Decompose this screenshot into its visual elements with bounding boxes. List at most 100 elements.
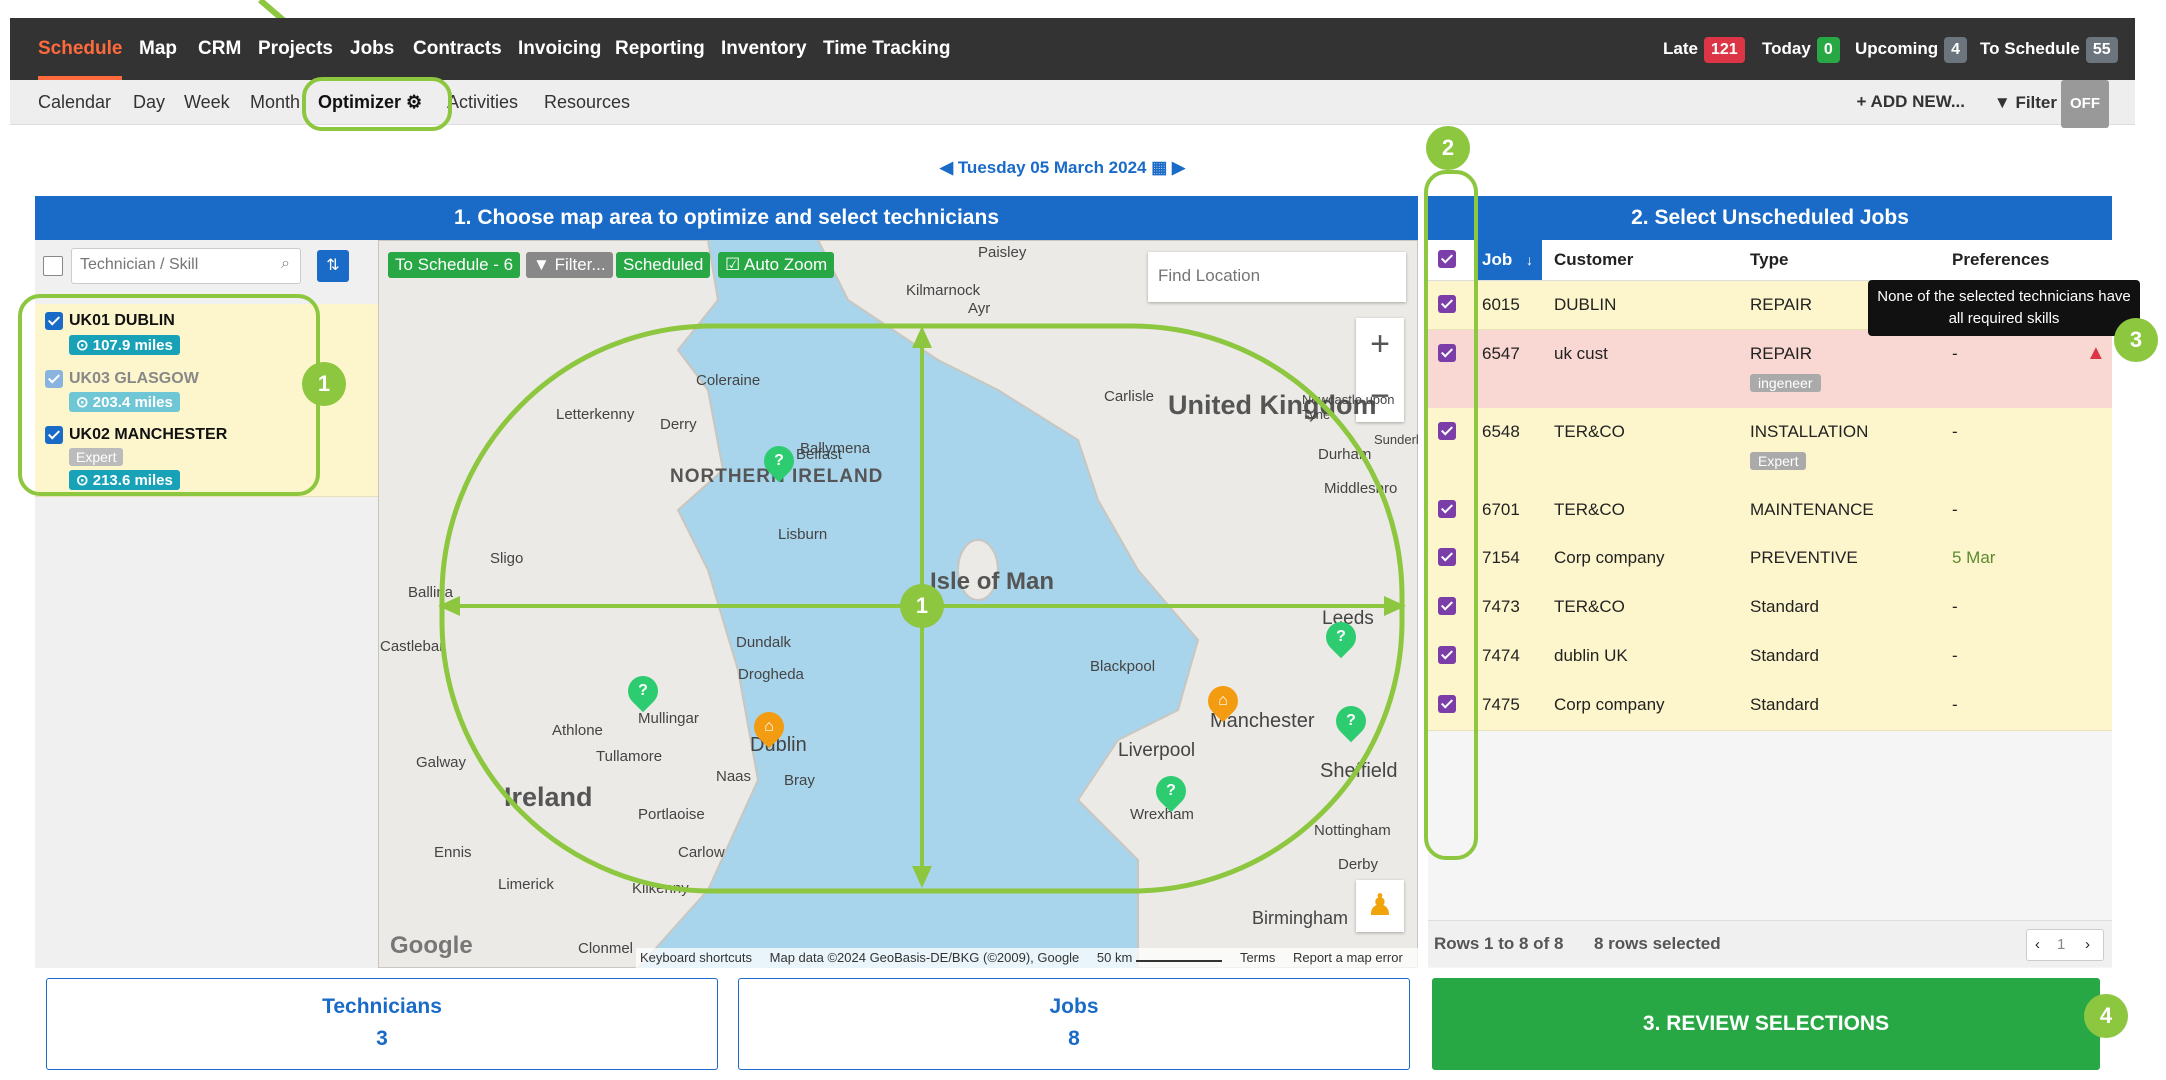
filter-icon: ▼ (1993, 93, 2011, 112)
to-schedule-label: To Schedule (1980, 39, 2080, 58)
prev-day-icon[interactable]: ◀ (940, 158, 953, 177)
jobs-table: Job ↓ Customer Type Preferences 6015 DUB… (1428, 240, 2140, 968)
col-job[interactable]: Job (1482, 240, 1512, 280)
nav-schedule[interactable]: Schedule (38, 18, 123, 80)
job-type: PREVENTIVE (1750, 548, 1858, 567)
table-footer: Rows 1 to 8 of 8 8 rows selected ‹ 1 › (1428, 920, 2112, 967)
nav-crm[interactable]: CRM (198, 18, 241, 80)
map-label: Ayr (968, 300, 991, 317)
upcoming-badge: 4 (1944, 37, 1968, 63)
preference: - (1952, 695, 1958, 714)
map-scale: 50 km (1096, 950, 1133, 965)
nav-invoicing[interactable]: Invoicing (518, 18, 601, 80)
col-preferences[interactable]: Preferences (1952, 240, 2049, 280)
late-badge: 121 (1703, 37, 1745, 63)
job-type: MAINTENANCE (1750, 500, 1874, 519)
right-panel-title: 2. Select Unscheduled Jobs (1428, 196, 2112, 240)
add-new-button[interactable]: + ADD NEW... (1857, 80, 1965, 124)
upcoming-counter[interactable]: Upcoming 4 (1855, 36, 1968, 63)
search-icon: ⌕ (281, 255, 290, 272)
customer: TER&CO (1554, 500, 1625, 519)
nav-contracts[interactable]: Contracts (413, 18, 502, 80)
next-page-icon[interactable]: › (2085, 930, 2090, 960)
keyboard-shortcuts-link[interactable]: Keyboard shortcuts (640, 950, 752, 965)
filter-toggle[interactable]: ▼ Filter OFF (1994, 80, 2109, 128)
nav-reporting[interactable]: Reporting (615, 18, 705, 80)
technicians-summary-count: 3 (376, 1027, 388, 1050)
review-selections-button[interactable]: 3. REVIEW SELECTIONS (1432, 978, 2100, 1070)
left-panel-title: 1. Choose map area to optimize and selec… (35, 196, 1418, 240)
sort-button[interactable]: ⇅ (317, 250, 349, 282)
tab-resources[interactable]: Resources (544, 80, 630, 124)
to-schedule-counter[interactable]: To Schedule 55 (1980, 36, 2118, 63)
table-row[interactable]: 7475 Corp company Standard - (1428, 681, 2112, 731)
find-location-input[interactable] (1156, 252, 1400, 300)
map-data-credit: Map data ©2024 GeoBasis-DE/BKG (©2009), … (769, 950, 1080, 965)
to-schedule-toggle[interactable]: To Schedule - 6 (388, 252, 521, 278)
table-row[interactable]: 6547 uk cust REPAIR ingeneer - ▲ (1428, 330, 2112, 409)
map-filter-button[interactable]: ▼ Filter... (526, 252, 613, 278)
select-all-technicians-checkbox[interactable] (43, 256, 63, 276)
preference: 5 Mar (1952, 548, 1996, 567)
report-map-error-link[interactable]: Report a map error (1293, 950, 1403, 965)
auto-zoom-label: Auto Zoom (744, 255, 828, 274)
job-type: REPAIR (1750, 344, 1813, 363)
callout-1-map: 1 (900, 584, 944, 628)
map-label: Paisley (978, 244, 1027, 261)
rows-selected: 8 rows selected (1594, 934, 1721, 953)
customer: DUBLIN (1554, 295, 1617, 314)
checkbox-icon: ☑ (725, 255, 741, 274)
current-date: Tuesday 05 March 2024 (957, 158, 1147, 177)
job-number: 6547 (1482, 344, 1520, 363)
sort-icon: ⇅ (326, 257, 340, 274)
prev-page-icon[interactable]: ‹ (2035, 930, 2040, 960)
job-number: 6548 (1482, 422, 1520, 441)
table-row[interactable]: 7154 Corp company PREVENTIVE 5 Mar (1428, 534, 2112, 584)
job-type: Standard (1750, 597, 1819, 616)
preference: - (1952, 344, 1958, 363)
technicians-summary[interactable]: Technicians 3 (46, 978, 718, 1070)
tab-week[interactable]: Week (184, 80, 230, 124)
nav-inventory[interactable]: Inventory (721, 18, 807, 80)
filter-icon: ▼ (533, 255, 550, 274)
job-number: 7474 (1482, 646, 1520, 665)
col-type[interactable]: Type (1750, 240, 1788, 280)
tab-activities[interactable]: Activities (447, 80, 518, 124)
col-customer[interactable]: Customer (1554, 240, 1633, 280)
technician-search[interactable]: ⌕ (71, 248, 301, 284)
map-label: Birmingham (1252, 908, 1349, 928)
nav-projects[interactable]: Projects (258, 18, 333, 80)
preference: - (1952, 500, 1958, 519)
page-number[interactable]: 1 (2057, 930, 2065, 960)
table-row[interactable]: 7473 TER&CO Standard - (1428, 583, 2112, 633)
scheduled-toggle[interactable]: Scheduled (616, 252, 711, 278)
technician-search-input[interactable] (78, 249, 262, 281)
sort-down-icon: ↓ (1526, 252, 1533, 268)
callout-4: 4 (2084, 994, 2128, 1038)
tab-month[interactable]: Month (250, 80, 300, 124)
preference: - (1952, 597, 1958, 616)
calendar-icon[interactable]: ▦ (1151, 158, 1167, 177)
auto-zoom-toggle[interactable]: ☑ Auto Zoom (718, 252, 835, 278)
customer: uk cust (1554, 344, 1608, 363)
tab-calendar[interactable]: Calendar (38, 80, 111, 124)
today-counter[interactable]: Today 0 (1762, 36, 1840, 63)
table-row[interactable]: 6548 TER&CO INSTALLATION Expert - (1428, 408, 2112, 487)
late-counter[interactable]: Late 121 (1663, 36, 1745, 63)
find-location-box[interactable] (1148, 252, 1406, 302)
skills-warning-tooltip: None of the selected technicians have al… (1868, 280, 2140, 336)
table-row[interactable]: 6701 TER&CO MAINTENANCE - (1428, 486, 2112, 535)
nav-jobs[interactable]: Jobs (350, 18, 394, 80)
warning-icon[interactable]: ▲ (2086, 342, 2106, 365)
table-row[interactable]: 7474 dublin UK Standard - (1428, 632, 2112, 682)
nav-map[interactable]: Map (139, 18, 177, 80)
map-label: Clonmel (578, 940, 634, 957)
terms-link[interactable]: Terms (1240, 950, 1275, 965)
job-number: 7475 (1482, 695, 1520, 714)
jobs-summary-count: 8 (1068, 1027, 1080, 1050)
next-day-icon[interactable]: ▶ (1172, 158, 1185, 177)
tab-day[interactable]: Day (133, 80, 165, 124)
nav-time-tracking[interactable]: Time Tracking (823, 18, 950, 80)
map-label: Kilmarnock (906, 282, 981, 299)
jobs-summary[interactable]: Jobs 8 (738, 978, 1410, 1070)
